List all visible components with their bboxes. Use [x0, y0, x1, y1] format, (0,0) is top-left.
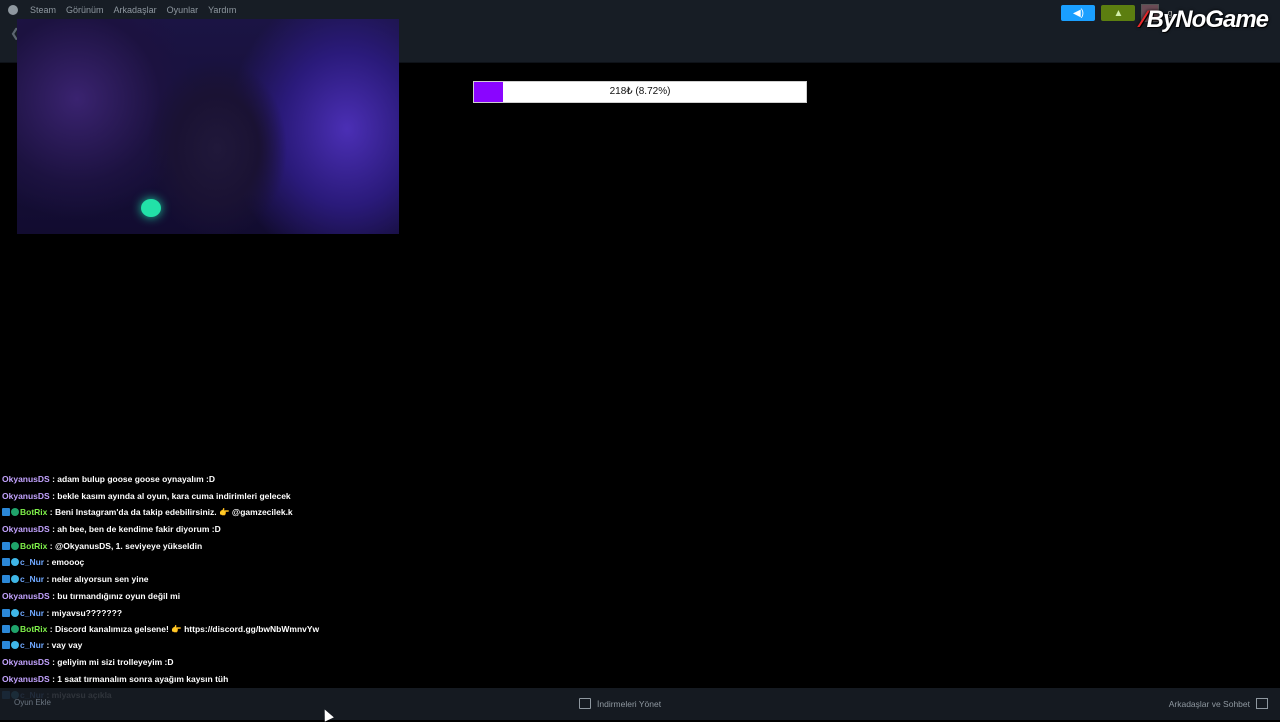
chat-username: BotRix	[20, 507, 48, 518]
chat-username: c_Nur	[20, 557, 45, 568]
chat-username: OkyanusDS	[2, 590, 50, 601]
chat-message: c_Nur : neler alıyorsun sen yine	[2, 574, 422, 585]
menu-games[interactable]: Oyunlar	[167, 5, 199, 15]
chat-username: OkyanusDS	[2, 474, 50, 484]
chat-overlay: OkyanusDS : adam bulup goose goose oynay…	[2, 474, 422, 707]
chat-username: BotRix	[20, 624, 48, 635]
menu-friends[interactable]: Arkadaşlar	[114, 5, 157, 15]
chat-text: : Discord kanalımıza gelsene! 👉 https://…	[47, 624, 320, 635]
chat-message: OkyanusDS : geliyim mi sizi trolleyeyim …	[2, 657, 422, 668]
chat-message: OkyanusDS : bu tırmandığınız oyun değil …	[2, 591, 422, 602]
friends-chat-label: Arkadaşlar ve Sohbet	[1168, 698, 1250, 709]
blue-badge-icon	[2, 625, 10, 634]
blue-badge-icon	[2, 641, 10, 650]
add-game-button[interactable]: Oyun Ekle	[14, 698, 51, 707]
chat-text: : adam bulup goose goose oynayalım :D	[49, 474, 216, 484]
webcam-overlay	[17, 19, 399, 234]
chat-message: BotRix : Beni Instagram'da da takip edeb…	[2, 507, 422, 518]
brand-watermark: ⁄ByNoGame	[1141, 6, 1269, 34]
chat-message: OkyanusDS : adam bulup goose goose oynay…	[2, 474, 422, 485]
green-badge-icon	[11, 508, 19, 517]
steam-logo-icon	[8, 5, 18, 15]
manage-downloads-button[interactable]: İndirmeleri Yönet	[579, 698, 661, 709]
blue-badge-icon	[2, 608, 10, 617]
blue-badge-icon	[2, 541, 10, 550]
chat-message: OkyanusDS : 1 saat tırmanalım sonra ayağ…	[2, 674, 422, 685]
chat-message: OkyanusDS : ah bee, ben de kendime fakir…	[2, 524, 422, 535]
menu-steam[interactable]: Steam	[30, 5, 56, 15]
manage-downloads-label: İndirmeleri Yönet	[597, 698, 662, 709]
chat-username: OkyanusDS	[2, 656, 50, 667]
menu-view[interactable]: Görünüm	[66, 5, 104, 15]
chat-text: : @OkyanusDS, 1. seviyeye yükseldin	[47, 540, 203, 551]
blue-badge-icon	[2, 508, 10, 517]
chat-message: c_Nur : emoooç	[2, 557, 422, 568]
friends-chat-button[interactable]: Arkadaşlar ve Sohbet	[1169, 698, 1268, 709]
cyan-badge-icon	[11, 641, 19, 650]
chat-username: c_Nur	[20, 640, 45, 651]
chat-text: : miyavsu???????	[44, 607, 123, 618]
chat-text: : emoooç	[44, 557, 85, 568]
chat-message: BotRix : Discord kanalımıza gelsene! 👉 h…	[2, 624, 422, 635]
chat-username: OkyanusDS	[2, 673, 50, 684]
chat-text: : bu tırmandığınız oyun değil mi	[49, 590, 181, 601]
chat-message: c_Nur : miyavsu???????	[2, 608, 422, 619]
menu-help[interactable]: Yardım	[208, 5, 236, 15]
green-badge-icon	[11, 541, 19, 550]
chat-username: c_Nur	[20, 607, 45, 618]
blue-badge-icon	[2, 558, 10, 567]
chat-message: c_Nur : vay vay	[2, 640, 422, 651]
bynogame-logo-icon: ⁄	[1141, 6, 1146, 33]
chat-message: OkyanusDS : bekle kasım ayında al oyun, …	[2, 491, 422, 502]
goal-text: 218₺ (8.72%)	[609, 86, 671, 97]
chat-text: : ah bee, ben de kendime fakir diyorum :…	[49, 524, 221, 535]
megaphone-icon: ◀)	[1072, 7, 1084, 19]
cyan-badge-icon	[11, 575, 19, 584]
chat-text: : geliyim mi sizi trolleyeyim :D	[49, 656, 174, 667]
chat-text: : neler alıyorsun sen yine	[44, 574, 149, 585]
friends-icon	[1256, 698, 1268, 709]
chat-username: OkyanusDS	[2, 490, 50, 501]
chat-username: OkyanusDS	[2, 524, 50, 535]
broadcast-button[interactable]: ◀)	[1061, 5, 1096, 21]
donation-goal-bar: 218₺ (8.72%)	[473, 81, 807, 103]
menu-items: Steam Görünüm Arkadaşlar Oyunlar Yardım	[8, 5, 236, 15]
chat-username: c_Nur	[20, 574, 45, 585]
steam-bottombar: Oyun Ekle İndirmeleri Yönet Arkadaşlar v…	[0, 688, 1280, 720]
chat-text: : bekle kasım ayında al oyun, kara cuma …	[49, 490, 291, 501]
green-light	[141, 199, 161, 217]
chat-message: BotRix : @OkyanusDS, 1. seviyeye yükseld…	[2, 541, 422, 552]
blue-badge-icon	[2, 575, 10, 584]
download-icon	[579, 698, 591, 709]
cyan-badge-icon	[11, 608, 19, 617]
chat-text: : vay vay	[44, 640, 83, 651]
chat-username: BotRix	[20, 540, 48, 551]
green-badge-icon	[11, 625, 19, 634]
cyan-badge-icon	[11, 558, 19, 567]
notifications-button[interactable]: ▲	[1101, 5, 1136, 21]
chat-text: : Beni Instagram'da da takip edebilirsin…	[47, 507, 293, 518]
brand-name: ByNoGame	[1146, 6, 1269, 33]
chat-text: : 1 saat tırmanalım sonra ayağım kaysın …	[49, 673, 229, 684]
bell-icon: ▲	[1113, 7, 1124, 19]
